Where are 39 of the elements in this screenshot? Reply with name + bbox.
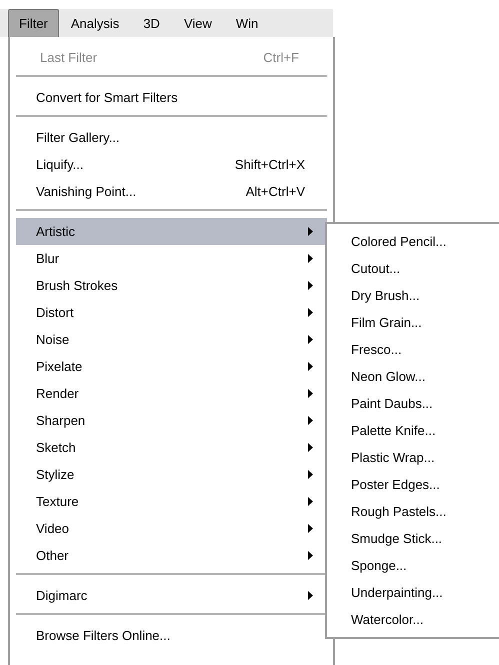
submenu-item[interactable]: Cutout... [327,255,499,282]
menu-bar-item[interactable]: View [172,9,224,37]
menu-item[interactable]: Filter Gallery... [16,124,327,151]
submenu-item[interactable]: Underpainting... [327,579,499,606]
submenu-item[interactable]: Smudge Stick... [327,525,499,552]
submenu-item[interactable]: Plastic Wrap... [327,444,499,471]
submenu-item[interactable]: Poster Edges... [327,471,499,498]
menu-item[interactable]: Other [16,542,327,569]
menu-item[interactable]: Stylize [16,461,327,488]
submenu-item[interactable]: Paint Daubs... [327,390,499,417]
menu-item[interactable]: Digimarc [16,582,327,609]
menu-item[interactable]: Artistic [16,218,327,245]
submenu-item[interactable]: Fresco... [327,336,499,363]
menu-item[interactable]: Pixelate [16,353,327,380]
menu-bar-item[interactable]: Win [224,9,270,37]
submenu-item[interactable]: Rough Pastels... [327,498,499,525]
menu-item[interactable]: Video [16,515,327,542]
menu-item[interactable]: Brush Strokes [16,272,327,299]
submenu-item[interactable]: Colored Pencil... [327,228,499,255]
menu-item[interactable]: Liquify... Shift+Ctrl+X [16,151,327,178]
submenu-item[interactable]: Sponge... [327,552,499,579]
menu-item[interactable]: Vanishing Point... Alt+Ctrl+V [16,178,327,205]
menu-bar-item[interactable]: 3D [131,9,172,37]
submenu-item[interactable]: Neon Glow... [327,363,499,390]
menu-item[interactable]: Sharpen [16,407,327,434]
submenu-item[interactable]: Film Grain... [327,309,499,336]
submenu-item[interactable]: Dry Brush... [327,282,499,309]
submenu-item[interactable]: Watercolor... [327,606,499,633]
menu-item[interactable]: Texture [16,488,327,515]
menu-bar-item[interactable]: Analysis [58,9,132,37]
menu-item[interactable]: Sketch [16,434,327,461]
menu-item[interactable]: Noise [16,326,327,353]
menu-item[interactable]: Distort [16,299,327,326]
submenu-item[interactable]: Palette Knife... [327,417,499,444]
menu-item[interactable]: Browse Filters Online... [16,622,327,649]
menu-item[interactable]: Render [16,380,327,407]
menu-item[interactable]: Blur [16,245,327,272]
menu-item[interactable]: Convert for Smart Filters [16,84,327,111]
menu-bar-item[interactable]: Filter [8,9,59,37]
